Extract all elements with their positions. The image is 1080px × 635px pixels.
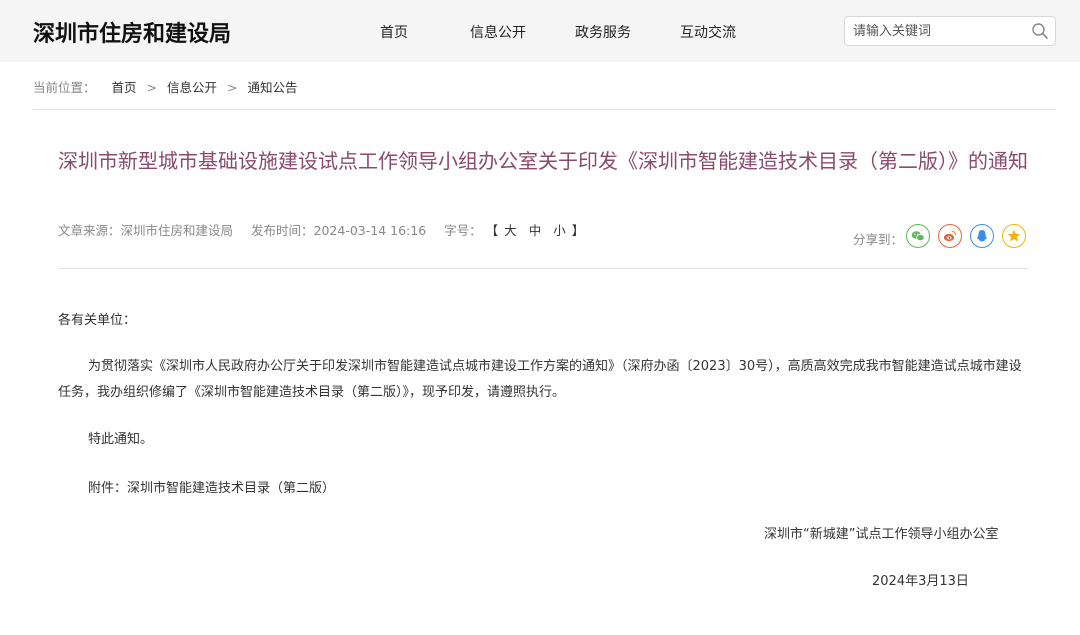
site-header: 深圳市住房和建设局 首页 信息公开 政务服务 互动交流 bbox=[0, 0, 1080, 62]
nav-home[interactable]: 首页 bbox=[380, 22, 408, 42]
weibo-icon bbox=[943, 230, 957, 242]
article-meta: 文章来源：深圳市住房和建设局 发布时间：2024-03-14 16:16 字号： 【… bbox=[58, 220, 584, 239]
breadcrumb-separator: > bbox=[146, 80, 157, 95]
breadcrumb-notices[interactable]: 通知公告 bbox=[247, 80, 297, 95]
publish-time: 发布时间：2024-03-14 16:16 bbox=[251, 223, 427, 238]
divider bbox=[33, 109, 1056, 110]
site-logo[interactable]: 深圳市住房和建设局 bbox=[33, 16, 231, 48]
share-weibo-button[interactable] bbox=[938, 224, 962, 248]
special-notice: 特此通知。 bbox=[88, 432, 154, 447]
signature: 深圳市“新城建”试点工作领导小组办公室 bbox=[764, 527, 999, 542]
nav-government-services[interactable]: 政务服务 bbox=[575, 22, 631, 42]
nav-info-disclosure[interactable]: 信息公开 bbox=[470, 22, 526, 42]
breadcrumb: 当前位置： 首页 > 信息公开 > 通知公告 bbox=[33, 77, 297, 96]
breadcrumb-lead: 当前位置： bbox=[33, 80, 96, 95]
qzone-star-icon bbox=[1007, 229, 1021, 242]
share-qzone-button[interactable] bbox=[1002, 224, 1026, 248]
font-size-large[interactable]: 大 bbox=[504, 223, 517, 238]
issue-date: 2024年3月13日 bbox=[872, 574, 969, 589]
qq-icon bbox=[977, 230, 987, 242]
share-qq-button[interactable] bbox=[970, 224, 994, 248]
search-box bbox=[844, 16, 1056, 46]
search-input[interactable] bbox=[853, 21, 1023, 41]
divider bbox=[58, 268, 1028, 269]
search-icon[interactable] bbox=[1031, 22, 1049, 40]
salutation: 各有关单位： bbox=[58, 313, 137, 328]
article-source: 文章来源：深圳市住房和建设局 bbox=[58, 223, 234, 238]
bracket-close: 】 bbox=[571, 223, 585, 238]
wechat-icon bbox=[911, 231, 925, 242]
breadcrumb-info-disclosure[interactable]: 信息公开 bbox=[167, 80, 217, 95]
breadcrumb-separator: > bbox=[226, 80, 238, 95]
font-size-medium[interactable]: 中 bbox=[529, 223, 542, 238]
share-wechat-button[interactable] bbox=[906, 224, 930, 248]
nav-interaction[interactable]: 互动交流 bbox=[680, 22, 736, 42]
share-label: 分享到： bbox=[853, 232, 904, 247]
bracket-open: 【 bbox=[485, 223, 499, 238]
article-body: 为贯彻落实《深圳市人民政府办公厅关于印发深圳市智能建造试点城市建设工作方案的通知… bbox=[58, 359, 1022, 400]
breadcrumb-home[interactable]: 首页 bbox=[112, 80, 137, 95]
article-title: 深圳市新型城市基础设施建设试点工作领导小组办公室关于印发《深圳市智能建造技术目录… bbox=[58, 149, 1028, 173]
font-size-label: 字号： bbox=[444, 223, 482, 238]
attachment-link[interactable]: 附件：深圳市智能建造技术目录（第二版） bbox=[88, 476, 335, 502]
font-size-switcher: 【大中小】 bbox=[486, 223, 585, 238]
font-size-small[interactable]: 小 bbox=[553, 223, 566, 238]
